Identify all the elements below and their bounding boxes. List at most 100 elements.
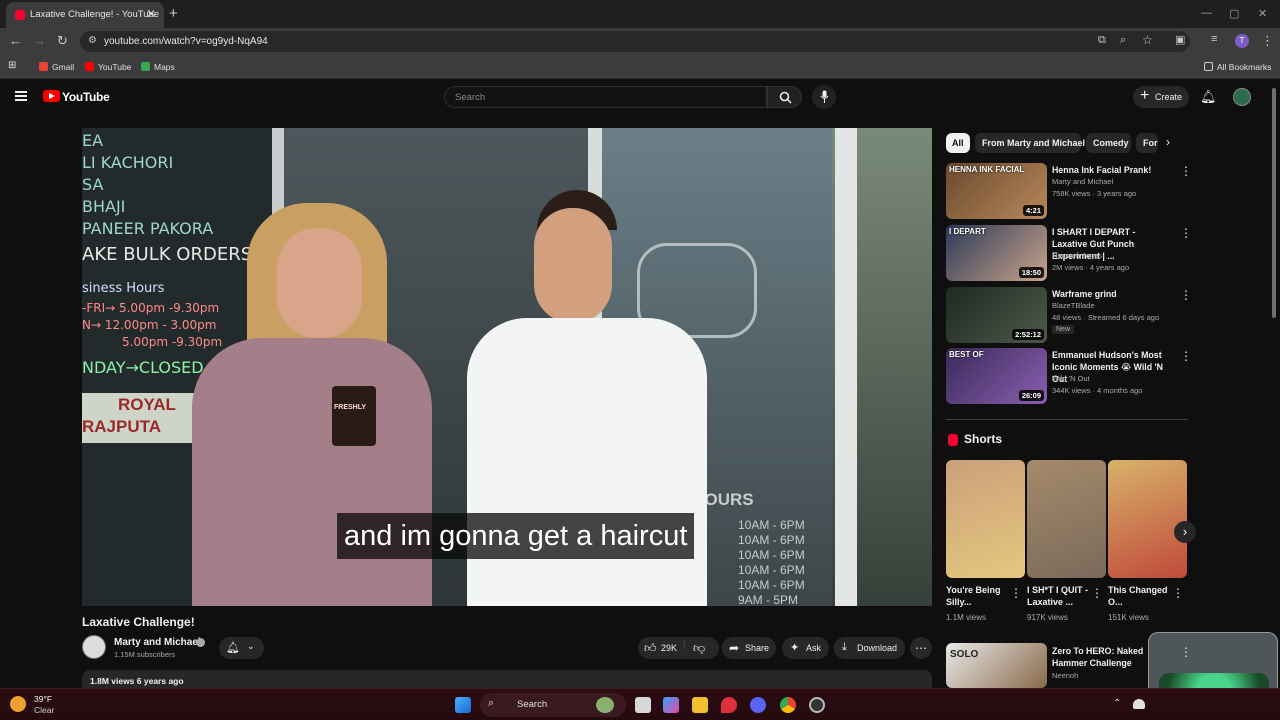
share-icon: ➦: [729, 641, 740, 655]
more-options-icon[interactable]: ⋮: [1172, 586, 1184, 600]
short-title[interactable]: I SH*T I QUIT - Laxative ...: [1027, 584, 1097, 608]
person-left-shirt: [192, 338, 432, 606]
reload-icon[interactable]: ↻: [57, 33, 68, 49]
windows-start-icon[interactable]: [455, 697, 471, 713]
zoom-icon[interactable]: ⌕: [1120, 34, 1126, 47]
chip-all[interactable]: All: [946, 133, 970, 153]
search-placeholder: Search: [455, 92, 486, 103]
channel-name[interactable]: Marty and Michael: [114, 637, 201, 648]
views-and-date: 1.8M views 6 years ago: [90, 676, 184, 686]
thumbnail-text: HENNA INK FACIAL: [949, 165, 1025, 174]
chip-for[interactable]: For: [1136, 133, 1158, 153]
divider: |: [683, 639, 686, 649]
account-avatar[interactable]: [1233, 88, 1251, 106]
more-options-icon[interactable]: ⋮: [1180, 164, 1192, 178]
more-actions-button[interactable]: ⋯: [910, 637, 932, 659]
url-text[interactable]: youtube.com/watch?v=og9yd-NqA94: [104, 36, 268, 47]
recommendation-thumbnail[interactable]: HENNA INK FACIAL 4:21: [946, 163, 1047, 219]
browser-menu-icon[interactable]: ⋮: [1261, 33, 1274, 49]
short-views: 1.1M views: [946, 613, 987, 622]
short-title[interactable]: This Changed O...: [1108, 584, 1178, 608]
search-input[interactable]: Search: [444, 86, 767, 108]
page-scrollbar[interactable]: [1272, 88, 1276, 318]
ask-button[interactable]: ✦ Ask: [782, 637, 829, 659]
chevron-right-icon[interactable]: ›: [1166, 135, 1170, 149]
voice-search-button[interactable]: [812, 85, 836, 109]
recommendation-title[interactable]: Warframe grind: [1052, 288, 1170, 300]
search-icon: ⌕: [488, 697, 495, 709]
discord-icon[interactable]: [750, 697, 766, 713]
sparkle-icon: ✦: [790, 642, 800, 654]
more-options-icon[interactable]: ⋮: [1010, 586, 1022, 600]
profile-avatar[interactable]: T: [1235, 34, 1249, 48]
recommendation-channel[interactable]: Marty and Michael: [1052, 177, 1113, 186]
browser-tab-active[interactable]: Laxative Challenge! - YouTube ✕: [6, 2, 164, 28]
short-thumbnail[interactable]: [1108, 460, 1187, 578]
bookmark-gmail[interactable]: Gmail: [39, 62, 74, 72]
taskbar-search[interactable]: ⌕ Search: [480, 693, 626, 717]
like-count[interactable]: 29K: [661, 643, 677, 653]
recommendation-channel[interactable]: Neenoh: [1052, 671, 1078, 680]
recommendation-channel[interactable]: Wild 'N Out: [1052, 374, 1090, 383]
maximize-icon[interactable]: ▢: [1229, 7, 1239, 20]
all-bookmarks[interactable]: All Bookmarks: [1204, 62, 1271, 72]
recommendation-thumbnail[interactable]: I DEPART 18:50: [946, 225, 1047, 281]
more-options-icon[interactable]: ⋮: [1180, 349, 1192, 363]
share-button[interactable]: ➦ Share: [722, 637, 776, 659]
reading-list-icon[interactable]: ≡: [1211, 33, 1217, 45]
install-app-icon[interactable]: ⧉: [1098, 34, 1106, 47]
channel-avatar[interactable]: [82, 635, 106, 659]
maps-pin-icon[interactable]: [721, 697, 737, 713]
dislike-icon[interactable]: 👎︎: [693, 641, 705, 656]
recommendation-thumbnail[interactable]: BEST OF 26:09: [946, 348, 1047, 404]
close-tab-icon[interactable]: ✕: [146, 7, 156, 21]
more-options-icon[interactable]: ⋮: [1091, 586, 1103, 600]
bookmark-star-icon[interactable]: ☆: [1142, 33, 1153, 47]
chip-from-channel[interactable]: From Marty and Michael: [975, 133, 1085, 153]
site-info-icon[interactable]: ⚙: [88, 35, 97, 46]
copilot-icon[interactable]: [663, 697, 679, 713]
like-icon[interactable]: 👍︎: [644, 641, 657, 656]
back-icon[interactable]: ←: [9, 33, 22, 48]
more-options-icon[interactable]: ⋮: [1180, 288, 1192, 302]
chevron-up-icon[interactable]: ⌃: [1113, 698, 1121, 709]
bookmark-youtube[interactable]: YouTube: [85, 62, 131, 72]
bookmark-maps[interactable]: Maps: [141, 62, 175, 72]
recommendation-thumbnail[interactable]: 2:52:12: [946, 287, 1047, 343]
search-highlight-icon: [596, 697, 614, 713]
close-window-icon[interactable]: ✕: [1258, 7, 1267, 20]
address-bar[interactable]: ⚙ youtube.com/watch?v=og9yd-NqA94 ⧉ ⌕ ☆: [80, 31, 1190, 52]
recommendation-channel[interactable]: BlazeTBlade: [1052, 301, 1095, 310]
short-thumbnail[interactable]: [1027, 460, 1106, 578]
new-tab-icon[interactable]: +: [169, 5, 178, 22]
recommendation-channel[interactable]: Houston Jones: [1052, 251, 1102, 260]
youtube-logo-icon[interactable]: [43, 90, 60, 102]
apps-grid-icon[interactable]: ⊞: [8, 60, 16, 71]
shorts-next-button[interactable]: ›: [1174, 521, 1196, 543]
short-thumbnail[interactable]: [946, 460, 1025, 578]
menu-icon[interactable]: [15, 91, 27, 101]
gmail-icon: [39, 62, 48, 71]
minimize-icon[interactable]: —: [1201, 7, 1212, 19]
subscription-notifications-button[interactable]: 🔔︎ ⌄: [219, 637, 264, 659]
cloud-icon[interactable]: [1133, 699, 1145, 709]
chip-comedy[interactable]: Comedy: [1086, 133, 1131, 153]
short-title[interactable]: You're Being Silly...: [946, 584, 1016, 608]
download-button[interactable]: ⤓ Download: [834, 637, 905, 659]
tab-search-icon[interactable]: ▣: [1175, 33, 1185, 46]
obs-icon[interactable]: [809, 697, 825, 713]
door-frame: [835, 128, 857, 606]
recommendation-meta: 2M views · 4 years ago: [1052, 263, 1130, 272]
more-options-icon[interactable]: ⋮: [1180, 226, 1192, 240]
chrome-icon[interactable]: [780, 697, 796, 713]
recommendation-thumbnail[interactable]: SOLO: [946, 643, 1047, 688]
search-button[interactable]: [767, 86, 802, 108]
short-views: 151K views: [1108, 613, 1149, 622]
forward-icon[interactable]: →: [33, 33, 46, 48]
task-view-icon[interactable]: [635, 697, 651, 713]
create-button[interactable]: + Create: [1133, 86, 1189, 108]
file-explorer-icon[interactable]: [692, 697, 708, 713]
youtube-logo-text[interactable]: YouTube: [62, 90, 110, 104]
notifications-bell-icon[interactable]: 🔔︎: [1200, 89, 1217, 105]
recommendation-title[interactable]: Henna Ink Facial Prank!: [1052, 164, 1170, 176]
